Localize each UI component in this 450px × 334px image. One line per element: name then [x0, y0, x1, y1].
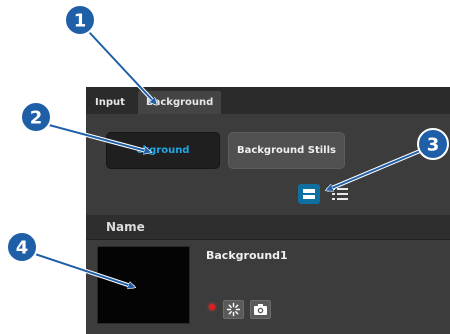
- callout-number: 1: [74, 11, 87, 32]
- callout-3: 3: [327, 128, 449, 192]
- callout-4: 4: [6, 231, 134, 287]
- callout-1: 1: [64, 4, 156, 104]
- callout-2: 2: [20, 101, 150, 152]
- callout-number: 3: [427, 135, 440, 156]
- callout-overlay: 1 2 3 4: [6, 4, 449, 334]
- callout-number: 2: [30, 108, 43, 129]
- callout-number: 4: [16, 238, 29, 259]
